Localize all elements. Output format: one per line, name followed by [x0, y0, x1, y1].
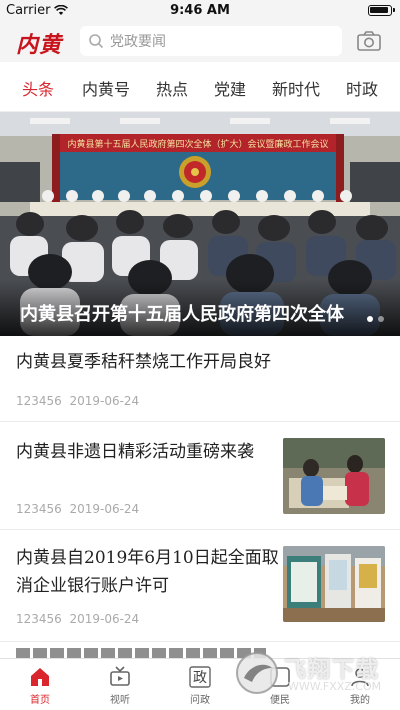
tab-hot[interactable]: 热点 — [156, 76, 188, 100]
hero-banner-text: 内黄县第十五届人民政府第四次全体（扩大）会议暨廉政工作会议 — [67, 138, 328, 150]
hero-carousel[interactable]: 内黄县第十五届人民政府第四次全体（扩大）会议暨廉政工作会议 内黄县召开第十五届人… — [0, 112, 400, 336]
news-date: 2019-06-24 — [69, 612, 140, 626]
tab-politics[interactable]: 时政 — [346, 76, 378, 100]
search-placeholder: 党政要闻 — [110, 34, 166, 50]
news-title-line: 消企业银行账户许可 — [16, 576, 169, 596]
news-item[interactable]: 内黄县自2019年6月10日起全面取 消企业银行账户许可 123456 2019… — [0, 530, 400, 642]
nav-wenzheng-label: 问政 — [190, 695, 210, 706]
news-title-partial — [16, 648, 266, 658]
search-icon — [89, 34, 104, 49]
category-tabs: 头条 内黄号 热点 党建 新时代 时政 — [0, 62, 400, 112]
tab-new-era[interactable]: 新时代 — [272, 76, 320, 100]
news-meta: 123456 2019-06-24 — [16, 502, 139, 516]
wenzheng-glyph: 政 — [193, 670, 207, 686]
nav-audio-video[interactable]: 视听 — [90, 665, 150, 706]
news-thumbnail — [283, 546, 385, 622]
watermark-url: WWW.FXXZ.COM — [288, 680, 382, 693]
carousel-dot[interactable] — [378, 316, 384, 322]
news-title-line: 内黄县自2019年6月10日起全面取 — [16, 548, 279, 568]
news-date: 2019-06-24 — [69, 394, 140, 408]
news-source: 123456 — [16, 502, 62, 516]
news-item[interactable]: 内黄县非遗日精彩活动重磅来袭 123456 2019-06-24 — [0, 422, 400, 530]
carousel-dots — [367, 316, 384, 322]
hero-caption: 内黄县召开第十五届人民政府第四次全体 — [20, 304, 344, 325]
news-meta: 123456 2019-06-24 — [16, 612, 139, 626]
tab-toutiao[interactable]: 头条 — [22, 76, 54, 100]
nav-audio-video-label: 视听 — [110, 695, 130, 706]
watermark-logo-icon — [236, 652, 278, 694]
nav-home[interactable]: 首页 — [10, 665, 70, 706]
camera-icon[interactable] — [356, 28, 382, 54]
news-source: 123456 — [16, 612, 62, 626]
tab-neihuanghao[interactable]: 内黄号 — [82, 76, 130, 100]
news-title: 内黄县非遗日精彩活动重磅来袭 — [16, 442, 254, 462]
news-title: 内黄县夏季秸秆禁烧工作开局良好 — [16, 352, 271, 372]
status-bar: Carrier 9:46 AM — [0, 0, 400, 22]
news-thumbnail — [283, 438, 385, 514]
search-bar[interactable]: 党政要闻 — [80, 26, 342, 56]
wenzheng-icon: 政 — [189, 666, 211, 688]
news-source: 123456 — [16, 394, 62, 408]
watermark: 飞翔下载 WWW.FXXZ.COM — [232, 650, 394, 700]
battery-icon — [368, 5, 395, 16]
news-date: 2019-06-24 — [69, 502, 140, 516]
nav-wenzheng[interactable]: 政 问政 — [170, 665, 230, 706]
status-time: 9:46 AM — [170, 3, 230, 18]
carousel-dot[interactable] — [367, 316, 373, 322]
tv-icon — [110, 666, 130, 686]
app-logo: 内黄 — [16, 32, 63, 58]
news-meta: 123456 2019-06-24 — [16, 394, 139, 408]
app-header: 内黄 党政要闻 — [0, 22, 400, 62]
news-title: 内黄县自2019年6月10日起全面取 消企业银行账户许可 — [16, 544, 279, 600]
nav-home-label: 首页 — [30, 695, 50, 706]
home-icon — [31, 668, 49, 686]
news-item[interactable]: 内黄县夏季秸秆禁烧工作开局良好 123456 2019-06-24 — [0, 336, 400, 422]
tab-party-building[interactable]: 党建 — [214, 76, 246, 100]
